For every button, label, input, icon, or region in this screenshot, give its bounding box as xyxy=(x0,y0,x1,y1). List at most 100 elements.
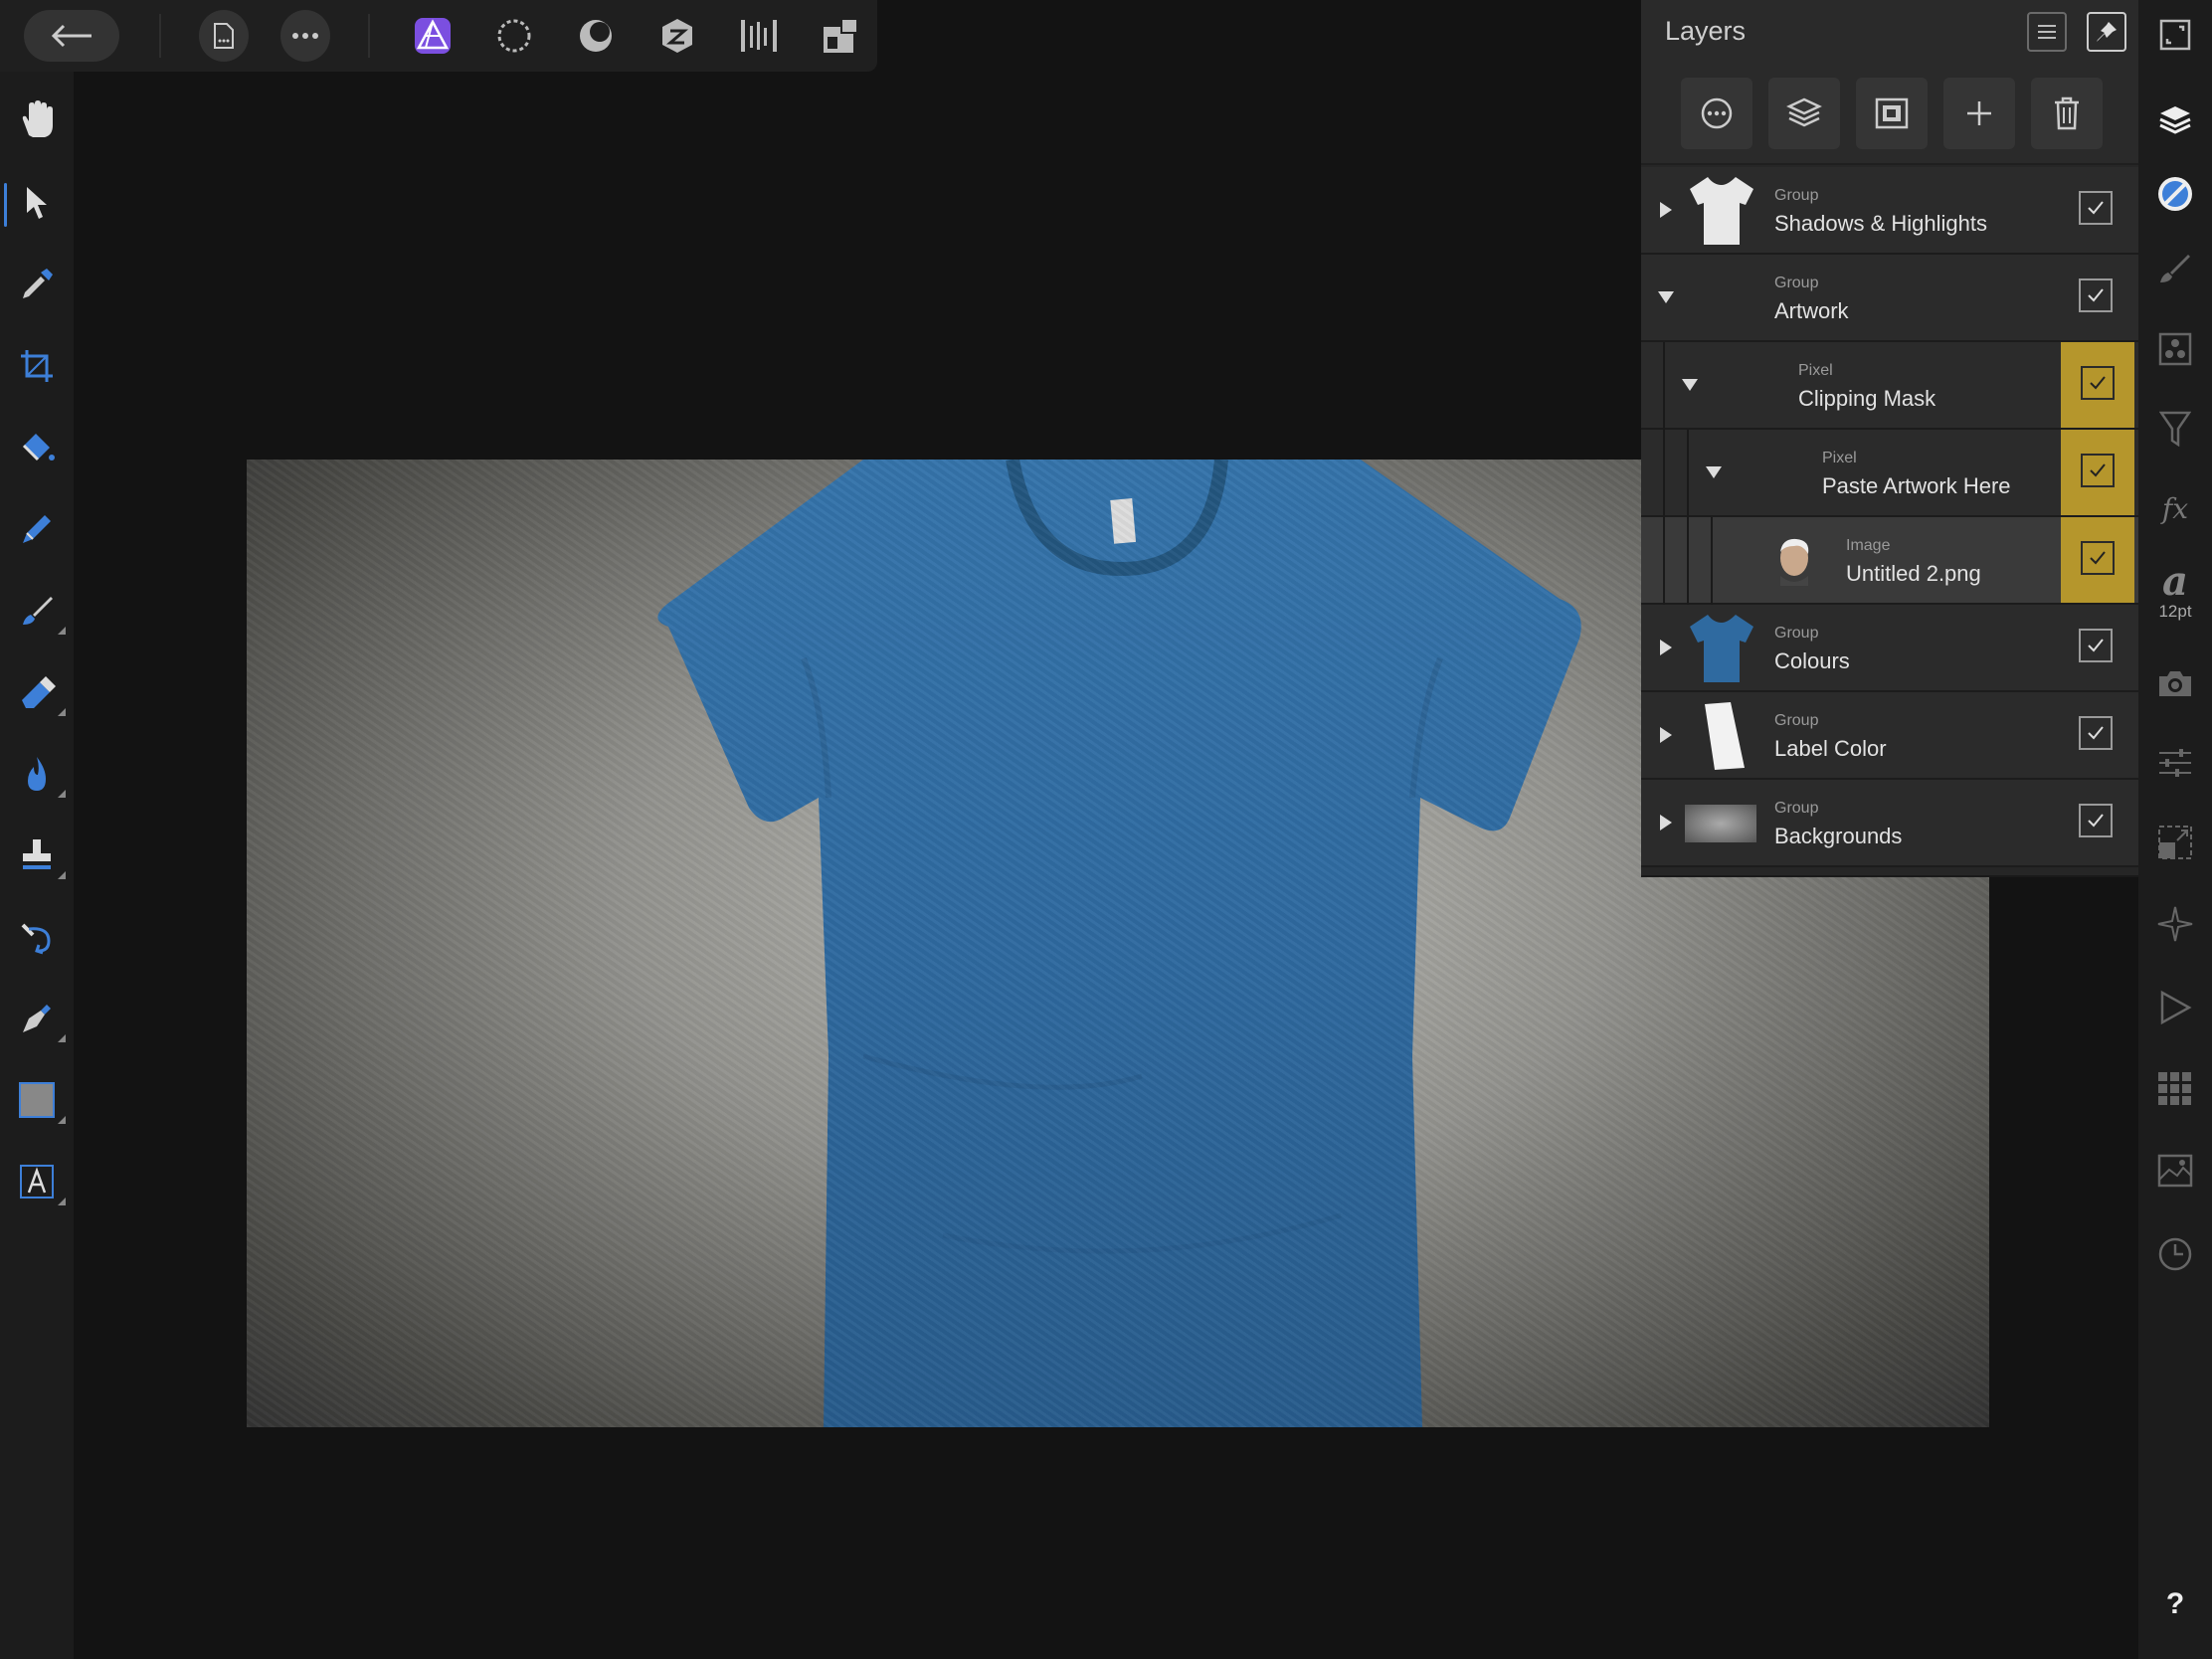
mask-layer-button[interactable] xyxy=(1856,78,1928,149)
circle-ellipsis-icon xyxy=(1701,97,1733,129)
hand-tool[interactable] xyxy=(0,84,74,155)
collapse-arrow-icon[interactable] xyxy=(1703,460,1725,485)
layers-panel-title: Layers xyxy=(1665,16,1747,46)
color-picker-tool[interactable] xyxy=(0,249,74,320)
delete-layer-button[interactable] xyxy=(2031,78,2103,149)
layer-row-shadows-highlights[interactable]: Group Shadows & Highlights xyxy=(1641,167,2138,255)
export-persona-button[interactable] xyxy=(734,10,784,62)
visibility-checkbox[interactable] xyxy=(2079,716,2113,750)
help-button[interactable]: ? xyxy=(2138,1569,2212,1639)
more-button[interactable] xyxy=(280,10,330,62)
layer-name: Colours xyxy=(1774,648,1850,673)
layer-type: Group xyxy=(1774,800,1819,817)
pointer-arrow-icon xyxy=(27,187,47,219)
transform-studio-button[interactable] xyxy=(2138,808,2212,877)
channels-studio-button[interactable] xyxy=(2138,1054,2212,1124)
develop-persona-icon xyxy=(580,20,612,52)
layer-row-artwork[interactable]: Group Artwork xyxy=(1641,255,2138,342)
layers-icon xyxy=(2159,106,2191,134)
pin-panel-button[interactable] xyxy=(2087,12,2126,52)
move-tool[interactable] xyxy=(0,167,74,239)
dodge-brush-tool[interactable] xyxy=(0,738,74,810)
adjustments-studio-button[interactable] xyxy=(2138,394,2212,463)
tone-mapping-persona-button[interactable] xyxy=(652,10,702,62)
crop-tool[interactable] xyxy=(0,330,74,402)
history-studio-button[interactable] xyxy=(2138,1219,2212,1289)
brushes-studio-button[interactable] xyxy=(2138,235,2212,304)
add-layer-button[interactable] xyxy=(1943,78,2015,149)
layers-stack-icon xyxy=(1786,97,1822,127)
visibility-checkbox[interactable] xyxy=(2079,804,2113,837)
layer-type: Image xyxy=(1846,537,1891,554)
selection-brush-tool[interactable] xyxy=(0,493,74,565)
photo-persona-button[interactable] xyxy=(408,10,458,62)
layer-name: Artwork xyxy=(1774,298,1849,323)
sliders-icon xyxy=(2159,749,2191,777)
paint-brush-tool[interactable] xyxy=(0,575,74,646)
visibility-checkbox[interactable] xyxy=(2079,191,2113,225)
divider xyxy=(159,14,161,58)
snapshots-studio-button[interactable] xyxy=(2138,648,2212,718)
text-tool[interactable] xyxy=(0,1146,74,1217)
fullscreen-button[interactable] xyxy=(2138,0,2212,70)
layer-row-clipping-mask[interactable]: Pixel Clipping Mask xyxy=(1641,342,2138,430)
layer-row-paste-artwork-here[interactable]: Pixel Paste Artwork Here xyxy=(1641,430,2138,517)
color-studio-button[interactable] xyxy=(2138,159,2212,229)
layer-name: Backgrounds xyxy=(1774,824,1903,848)
paint-bucket-icon xyxy=(22,434,55,461)
swatches-studio-button[interactable] xyxy=(2138,314,2212,384)
trash-icon xyxy=(2055,96,2079,130)
layer-row-label-color[interactable]: Group Label Color xyxy=(1641,692,2138,780)
expand-arrow-icon[interactable] xyxy=(1655,810,1677,835)
panel-menu-button[interactable] xyxy=(2027,12,2067,52)
expand-arrow-icon[interactable] xyxy=(1655,197,1677,223)
submenu-indicator xyxy=(58,1198,66,1205)
expand-arrow-icon[interactable] xyxy=(1655,635,1677,660)
clone-brush-tool[interactable] xyxy=(0,820,74,891)
effects-studio-button[interactable]: fx xyxy=(2138,473,2212,543)
arrange-button[interactable] xyxy=(816,10,865,62)
visibility-checkbox[interactable] xyxy=(2079,278,2113,312)
visibility-checkbox[interactable] xyxy=(2081,541,2115,575)
layer-row-untitled-2-png[interactable]: Image Untitled 2.png xyxy=(1641,517,2138,605)
macros-studio-button[interactable] xyxy=(2138,973,2212,1042)
flood-fill-tool[interactable] xyxy=(0,412,74,483)
visibility-checkbox[interactable] xyxy=(2079,629,2113,662)
layer-type: Group xyxy=(1774,712,1819,729)
layer-thumbnail xyxy=(1685,788,1756,859)
character-a-icon: a xyxy=(2162,558,2188,605)
stock-studio-button[interactable] xyxy=(2138,1136,2212,1205)
erase-brush-tool[interactable] xyxy=(0,656,74,728)
document-button[interactable] xyxy=(199,10,249,62)
layer-name: Clipping Mask xyxy=(1798,386,1936,411)
camera-icon xyxy=(2159,671,2191,696)
sliders-studio-button[interactable] xyxy=(2138,728,2212,798)
layer-type: Pixel xyxy=(1798,362,1833,379)
pen-tool[interactable] xyxy=(0,983,74,1054)
back-button[interactable] xyxy=(24,10,119,62)
rectangle-tool[interactable] xyxy=(0,1064,74,1136)
layer-row-colours[interactable]: Group Colours xyxy=(1641,605,2138,692)
grid-icon xyxy=(2158,1072,2191,1105)
expand-arrow-icon[interactable] xyxy=(1655,722,1677,748)
layer-type: Group xyxy=(1774,275,1819,291)
swatches-icon xyxy=(2158,332,2192,366)
navigator-icon xyxy=(2157,906,2193,942)
layers-studio-button[interactable] xyxy=(2138,86,2212,155)
document-icon xyxy=(214,23,234,49)
visibility-checkbox[interactable] xyxy=(2081,454,2115,487)
layer-row-backgrounds[interactable]: Group Backgrounds xyxy=(1641,780,2138,867)
clock-icon xyxy=(2158,1237,2192,1271)
navigator-studio-button[interactable] xyxy=(2138,889,2212,959)
develop-persona-button[interactable] xyxy=(571,10,621,62)
text-styles-studio-button[interactable]: a 12pt xyxy=(2138,557,2212,627)
collapse-arrow-icon[interactable] xyxy=(1679,372,1701,398)
healing-brush-tool[interactable] xyxy=(0,901,74,973)
submenu-indicator xyxy=(58,1034,66,1042)
collapse-arrow-icon[interactable] xyxy=(1655,284,1677,310)
adjustment-layers-button[interactable] xyxy=(1768,78,1840,149)
liquify-persona-button[interactable] xyxy=(489,10,539,62)
liquify-persona-icon xyxy=(497,19,531,53)
visibility-checkbox[interactable] xyxy=(2081,366,2115,400)
layer-options-button[interactable] xyxy=(1681,78,1752,149)
